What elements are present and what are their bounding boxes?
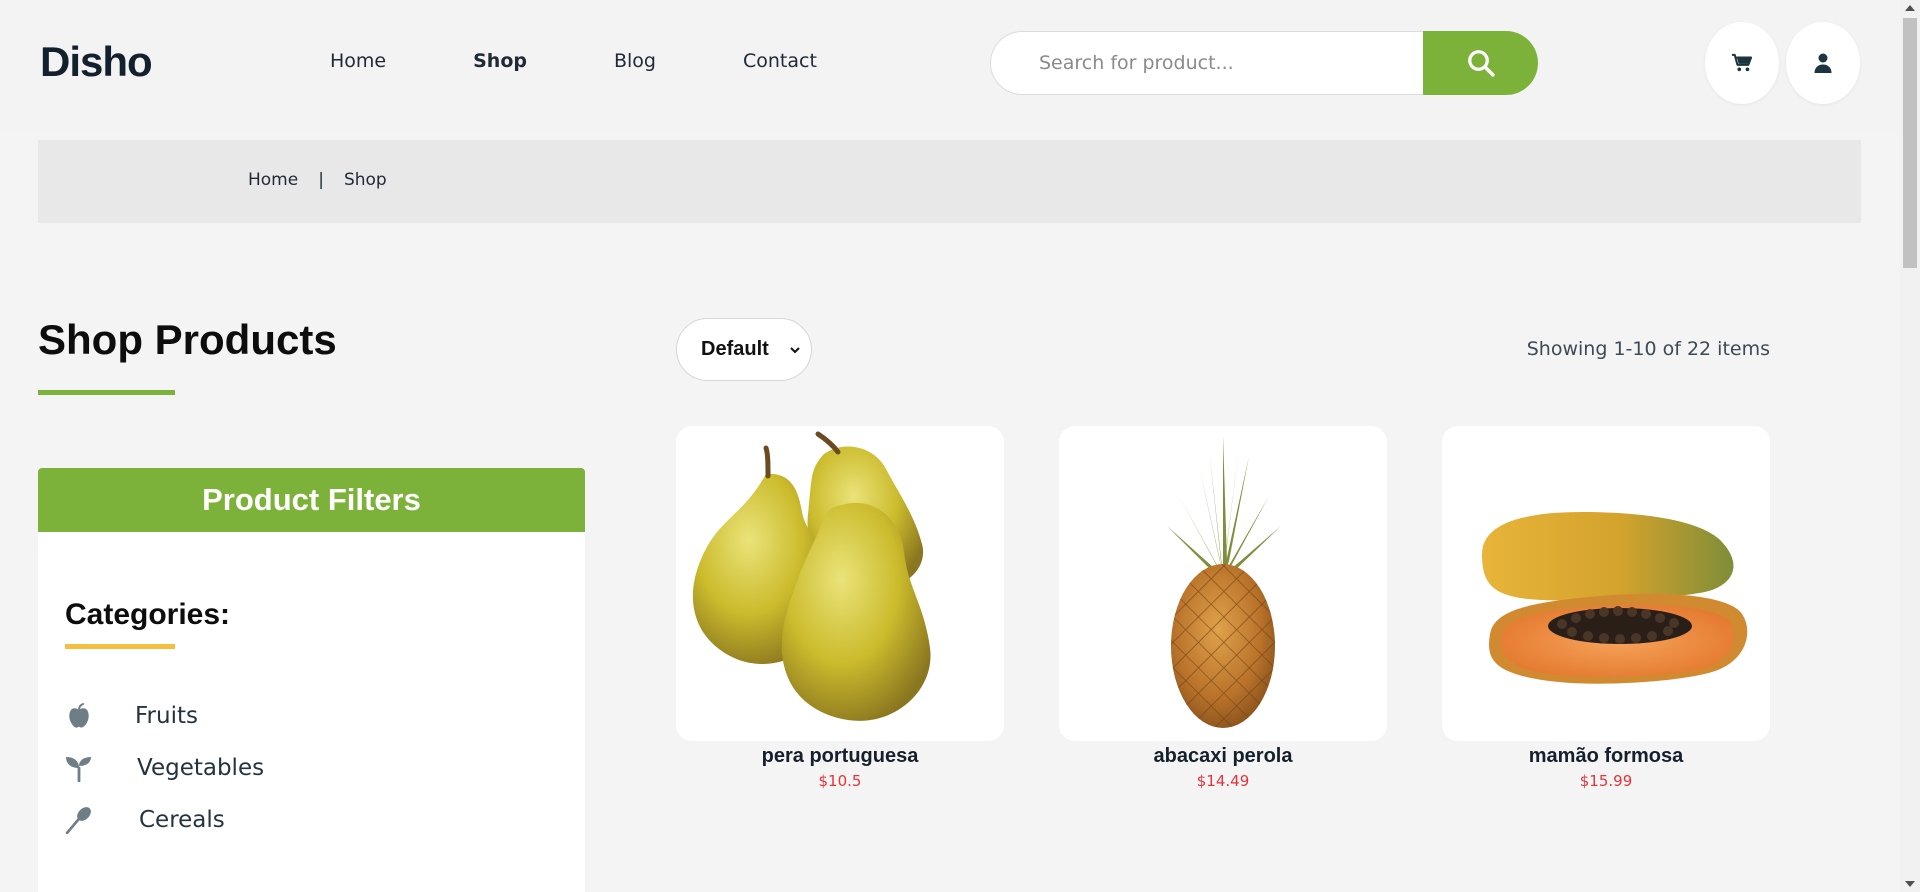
breadcrumb-separator: | (318, 170, 324, 190)
search-bar (990, 31, 1538, 95)
pineapple-image[interactable] (1059, 426, 1387, 741)
product-card[interactable]: mamão formosa $15.99 (1442, 426, 1770, 790)
categories-title: Categories: (65, 598, 231, 631)
user-icon (1814, 53, 1832, 73)
product-name[interactable]: pera portuguesa (676, 745, 1004, 768)
product-name[interactable]: mamão formosa (1442, 745, 1770, 768)
scroll-thumb[interactable] (1903, 18, 1917, 268)
sprout-icon (65, 754, 93, 782)
breadcrumb-home[interactable]: Home (248, 170, 298, 190)
apple-icon (65, 702, 93, 730)
nav-shop[interactable]: Shop (473, 50, 527, 72)
page-title: Shop Products (38, 316, 337, 363)
chevron-down-icon (790, 347, 800, 354)
cart-icon (1732, 53, 1753, 72)
breadcrumb: Home | Shop (38, 140, 1861, 223)
account-button[interactable] (1786, 22, 1860, 104)
scroll-down-arrow[interactable] (1905, 881, 1915, 887)
category-fruits[interactable]: Fruits (65, 702, 198, 730)
category-label: Vegetables (137, 755, 265, 781)
papaya-image[interactable] (1442, 426, 1770, 741)
category-label: Cereals (139, 807, 225, 833)
product-name[interactable]: abacaxi perola (1059, 745, 1387, 768)
page-scrollbar[interactable] (1900, 0, 1920, 892)
product-card[interactable]: abacaxi perola $14.49 (1059, 426, 1387, 790)
wheat-icon (65, 806, 93, 834)
categories-underline (65, 644, 175, 649)
product-filters-panel: Product Filters Categories: Fruits Veget… (38, 468, 585, 892)
sort-value: Default (701, 338, 769, 360)
search-button[interactable] (1423, 31, 1538, 95)
cart-button[interactable] (1705, 22, 1779, 104)
nav-home[interactable]: Home (330, 50, 386, 72)
sort-select[interactable]: Default (676, 318, 812, 381)
product-price: $14.49 (1196, 772, 1250, 790)
results-count: Showing 1-10 of 22 items (1526, 338, 1770, 360)
pears-image[interactable] (676, 426, 1004, 741)
nav-blog[interactable]: Blog (614, 50, 656, 72)
category-vegetables[interactable]: Vegetables (65, 754, 264, 782)
category-cereals[interactable]: Cereals (65, 806, 225, 834)
search-icon (1467, 50, 1495, 77)
product-price: $10.5 (818, 772, 862, 790)
nav-contact[interactable]: Contact (743, 50, 817, 72)
site-header: Disho Home Shop Blog Contact (0, 0, 1900, 130)
search-input[interactable] (990, 31, 1424, 95)
category-label: Fruits (135, 703, 198, 729)
scroll-up-arrow[interactable] (1905, 5, 1915, 11)
product-price: $15.99 (1579, 772, 1633, 790)
filters-header: Product Filters (38, 468, 585, 532)
title-underline (38, 390, 175, 395)
product-card[interactable]: pera portuguesa $10.5 (676, 426, 1004, 790)
brand-logo[interactable]: Disho (40, 38, 153, 86)
breadcrumb-current: Shop (343, 170, 387, 190)
main-nav: Home Shop Blog Contact (330, 50, 904, 72)
